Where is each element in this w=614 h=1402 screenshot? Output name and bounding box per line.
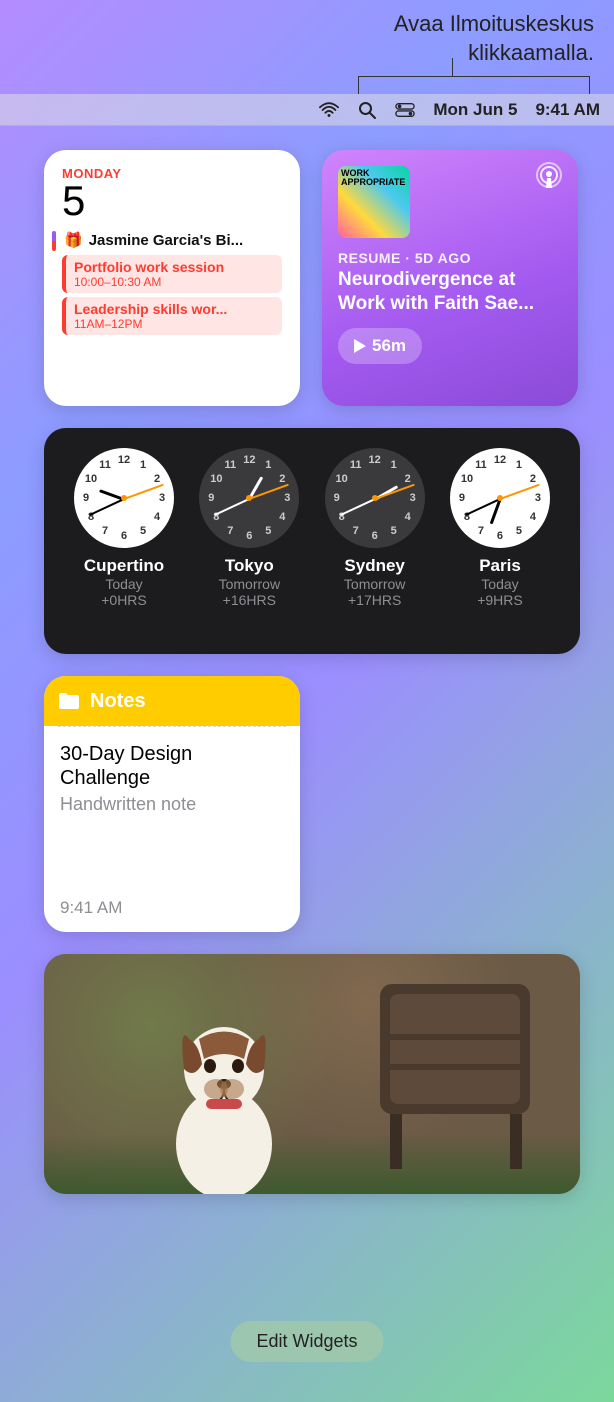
podcast-resume-line: RESUME · 5D AGO — [338, 250, 562, 266]
podcast-artwork-label: WORK APPROPRIATE — [341, 169, 410, 187]
podcasts-icon — [534, 162, 564, 192]
photo-chair — [370, 974, 550, 1174]
calendar-event-1-title: Portfolio work session — [74, 259, 274, 275]
clock-sydney: 12369 1245 781011 Sydney Tomorrow +17HRS — [315, 448, 435, 634]
search-icon[interactable] — [357, 100, 377, 120]
calendar-event-2-time: 11AM–12PM — [74, 317, 274, 331]
calendar-widget[interactable]: MONDAY 5 🎁 Jasmine Garcia's Bi... Portfo… — [44, 150, 300, 406]
photo-dog — [144, 994, 304, 1194]
clock-face-tokyo: 12369 1245 781011 — [199, 448, 299, 548]
calendar-event-allday: 🎁 Jasmine Garcia's Bi... — [64, 231, 282, 249]
menubar: Mon Jun 5 9:41 AM — [0, 94, 614, 126]
clock-face-cupertino: 12369 1245 781011 — [74, 448, 174, 548]
clock-cupertino: 12369 1245 781011 Cupertino Today +0HRS — [64, 448, 184, 634]
gift-icon: 🎁 — [64, 231, 83, 249]
clock-city-1-offset: +0HRS — [64, 592, 184, 608]
podcast-widget[interactable]: WORK APPROPRIATE RESUME · 5D AGO Neurodi… — [322, 150, 578, 406]
clock-city-3-name: Sydney — [315, 556, 435, 576]
notes-header-label: Notes — [90, 690, 146, 713]
clock-tokyo: 12369 1245 781011 Tokyo Tomorrow +16HRS — [189, 448, 309, 634]
clock-city-3-day: Tomorrow — [315, 576, 435, 592]
clock-city-2-day: Tomorrow — [189, 576, 309, 592]
calendar-daynum: 5 — [62, 177, 282, 225]
notification-center: MONDAY 5 🎁 Jasmine Garcia's Bi... Portfo… — [44, 150, 602, 1194]
notes-widget[interactable]: Notes 30-Day Design Challenge Handwritte… — [44, 676, 300, 932]
clock-paris: 12369 1245 781011 Paris Today +9HRS — [440, 448, 560, 634]
calendar-event-2: Leadership skills wor... 11AM–12PM — [62, 297, 282, 335]
calendar-event-1: Portfolio work session 10:00–10:30 AM — [62, 255, 282, 293]
podcast-duration: 56m — [372, 336, 406, 356]
folder-icon — [58, 692, 80, 710]
clock-city-1-day: Today — [64, 576, 184, 592]
clock-city-2-offset: +16HRS — [189, 592, 309, 608]
play-icon — [354, 339, 366, 353]
clock-city-4-day: Today — [440, 576, 560, 592]
podcast-artwork: WORK APPROPRIATE — [338, 166, 410, 238]
podcast-episode-title: Neurodivergence at Work with Faith Sae..… — [338, 268, 562, 316]
menubar-time[interactable]: 9:41 AM — [535, 100, 600, 120]
notes-body: 30-Day Design Challenge Handwritten note… — [44, 726, 300, 932]
calendar-event-2-title: Leadership skills wor... — [74, 301, 274, 317]
clock-city-1-name: Cupertino — [64, 556, 184, 576]
clock-face-paris: 12369 1245 781011 — [450, 448, 550, 548]
notes-header: Notes — [44, 676, 300, 726]
photos-widget[interactable] — [44, 954, 580, 1194]
note-time: 9:41 AM — [60, 898, 122, 918]
callout-line2: klikkaamalla. — [394, 39, 594, 68]
control-center-icon[interactable] — [395, 100, 415, 120]
calendar-event-1-time: 10:00–10:30 AM — [74, 275, 274, 289]
world-clock-widget[interactable]: 12369 1245 781011 Cupertino Today +0HRS … — [44, 428, 580, 654]
menubar-date[interactable]: Mon Jun 5 — [433, 100, 517, 120]
clock-face-sydney: 12369 1245 781011 — [325, 448, 425, 548]
note-subtitle: Handwritten note — [60, 794, 284, 815]
calendar-event-allday-title: Jasmine Garcia's Bi... — [89, 232, 243, 249]
clock-city-4-offset: +9HRS — [440, 592, 560, 608]
callout-label: Avaa Ilmoituskeskus klikkaamalla. — [394, 10, 594, 67]
callout-line1: Avaa Ilmoituskeskus — [394, 10, 594, 39]
wifi-icon[interactable] — [319, 100, 339, 120]
callout-stem — [452, 58, 453, 76]
note-title: 30-Day Design Challenge — [60, 742, 284, 790]
callout-bracket — [358, 76, 590, 94]
clock-city-2-name: Tokyo — [189, 556, 309, 576]
edit-widgets-button[interactable]: Edit Widgets — [230, 1321, 383, 1362]
clock-city-3-offset: +17HRS — [315, 592, 435, 608]
clock-city-4-name: Paris — [440, 556, 560, 576]
podcast-play-button[interactable]: 56m — [338, 328, 422, 364]
edit-widgets-label: Edit Widgets — [256, 1331, 357, 1351]
